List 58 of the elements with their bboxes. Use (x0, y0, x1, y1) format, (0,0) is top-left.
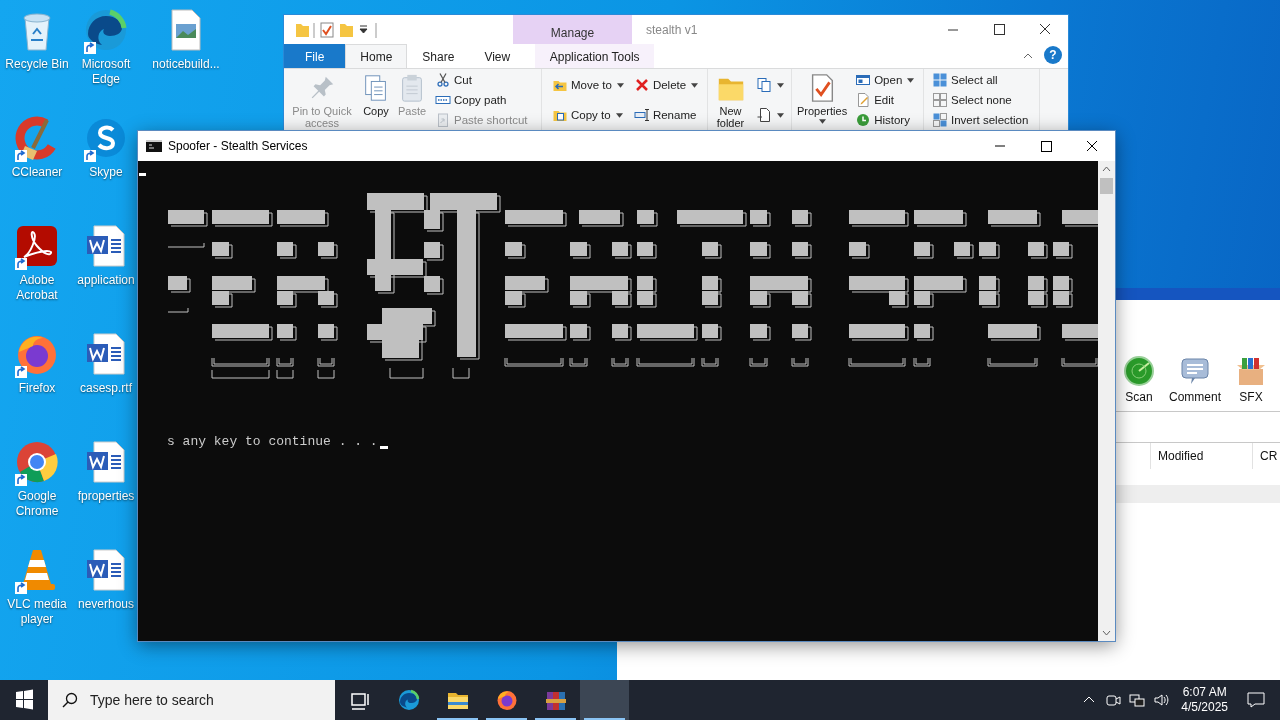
shortcut-icon (435, 112, 451, 128)
select-none-button[interactable]: Select none (930, 90, 1031, 110)
page-icon (756, 107, 772, 123)
column-header[interactable]: CR (1252, 443, 1280, 469)
sfx-button[interactable]: SFX (1232, 355, 1270, 411)
window-title: stealth v1 (646, 23, 698, 39)
text-cursor (379, 446, 388, 449)
copy-path-button[interactable]: Copy path (433, 90, 530, 110)
comment-button[interactable]: Comment (1166, 355, 1224, 411)
open-button[interactable]: Open (853, 70, 917, 90)
move-to-button[interactable]: Move to (550, 75, 626, 95)
invert-selection-icon (932, 112, 948, 128)
history-icon (855, 112, 872, 128)
copy-button[interactable]: Copy (359, 69, 393, 131)
new-item-icon (756, 77, 772, 93)
window-title: Spoofer - Stealth Services (168, 139, 308, 153)
console-prompt: s any key to continue . . . (167, 434, 378, 450)
scroll-thumb[interactable] (1100, 178, 1113, 194)
text-cursor (139, 173, 146, 176)
network-icon[interactable] (1129, 692, 1146, 708)
ribbon-tab[interactable]: Application Tools (535, 44, 655, 68)
browser-wave-icon (396, 688, 421, 712)
search-field[interactable]: Type here to search (48, 680, 335, 720)
properties-button[interactable]: Properties (795, 69, 850, 131)
help-button[interactable]: ? (1044, 46, 1062, 64)
speaker-icon[interactable] (1153, 692, 1170, 708)
delete-button[interactable]: Delete (631, 75, 701, 95)
package-icon (1235, 355, 1267, 387)
notification-icon[interactable] (1246, 690, 1266, 710)
ribbon-tab[interactable]: Home (345, 44, 408, 68)
clock-date[interactable]: 4/5/2025 (1181, 700, 1228, 715)
column-header[interactable]: Modified (1150, 443, 1252, 469)
edit-button[interactable]: Edit (853, 90, 917, 110)
cut-button[interactable]: Cut (433, 70, 530, 90)
search-icon (62, 692, 78, 708)
copy-to-button[interactable]: Copy to (550, 105, 626, 125)
context-tab-header: Manage (550, 26, 595, 40)
scissors-icon (435, 72, 451, 88)
window-icon (855, 72, 872, 88)
invert-selection-button[interactable]: Invert selection (930, 110, 1031, 130)
new-folder-button[interactable]: New folder (711, 69, 750, 131)
rename-icon (633, 107, 650, 123)
delete-icon (633, 77, 650, 93)
scan-icon (1123, 355, 1155, 387)
scan-button[interactable]: Scan (1120, 355, 1158, 411)
taskbar-app-button[interactable] (580, 680, 629, 720)
rename-button[interactable]: Rename (631, 105, 701, 125)
edit-icon (855, 92, 872, 108)
scrollbar[interactable] (1098, 161, 1115, 641)
camera-icon[interactable] (1105, 692, 1122, 708)
select-none-icon (932, 92, 948, 108)
ribbon-tab[interactable]: File (284, 44, 346, 68)
clock-time[interactable]: 6:07 AM (1182, 685, 1227, 700)
console-icon (146, 140, 162, 152)
new-item-button[interactable] (754, 75, 786, 95)
select-all-icon (932, 72, 948, 88)
history-button[interactable]: History (853, 110, 917, 130)
select-all-button[interactable]: Select all (930, 70, 1031, 90)
